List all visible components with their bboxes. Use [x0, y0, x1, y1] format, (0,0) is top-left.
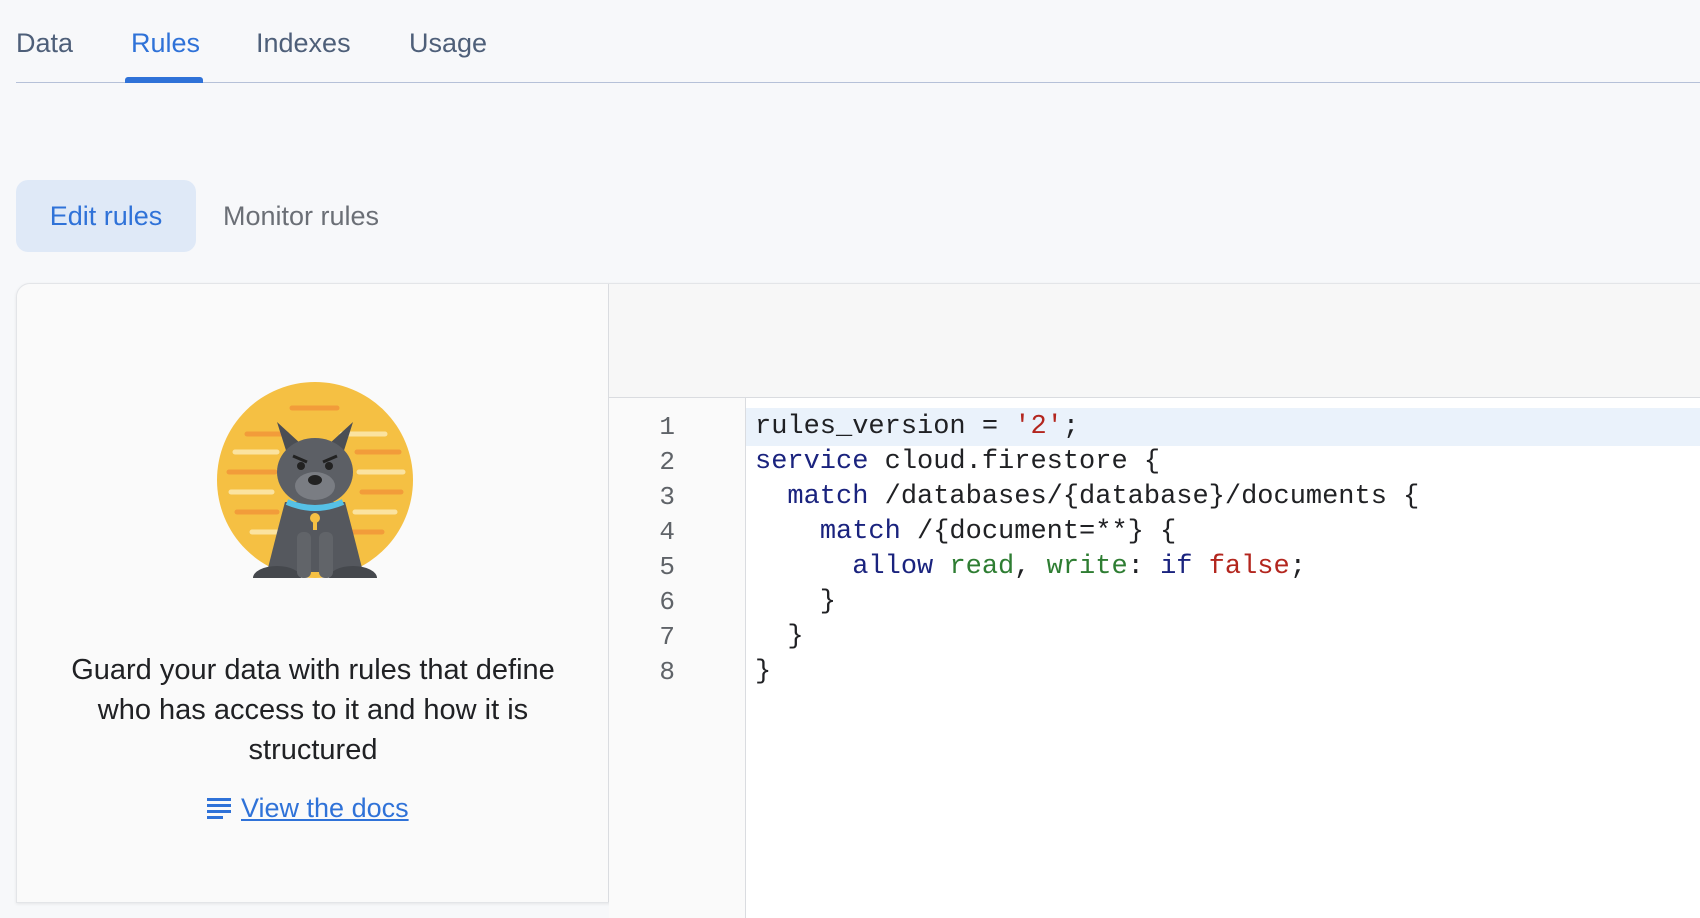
rules-code-editor[interactable]: rules_version = '2'; service cloud.firest…	[746, 398, 1700, 918]
view-docs-link[interactable]: View the docs	[207, 788, 409, 828]
line-number-gutter: 1 2 3 4 5 6 7 8	[609, 398, 746, 918]
code-line[interactable]: match /{document=**} {	[746, 513, 1700, 551]
rules-editor-column: 12345678 rules_version = '2'; service clo…	[609, 284, 1700, 918]
editor-toolbar	[609, 284, 1700, 398]
code-token: }	[755, 657, 772, 687]
code-token: read	[949, 552, 1015, 582]
code-token: /databases/{database}/documents {	[868, 482, 1420, 512]
code-token: }	[755, 622, 804, 652]
code-token: ,	[1014, 552, 1047, 582]
code-token: allow	[852, 552, 934, 582]
code-line[interactable]: }	[746, 653, 1700, 691]
code-token: :	[1127, 552, 1161, 582]
tab-data[interactable]: Data	[16, 26, 73, 83]
monitor-rules-button[interactable]: Monitor rules	[206, 180, 396, 252]
tab-indexes[interactable]: Indexes	[256, 26, 351, 83]
code-line[interactable]: }	[746, 618, 1700, 656]
docs-lines-icon	[207, 798, 231, 819]
code-token: match	[819, 517, 901, 547]
code-token: false	[1208, 552, 1290, 582]
line-number: 1	[659, 412, 675, 442]
line-number: 5	[659, 552, 675, 582]
top-tab-bar: Data Rules Indexes Usage	[16, 0, 1700, 83]
tab-usage[interactable]: Usage	[409, 26, 487, 83]
active-tab-indicator	[125, 77, 203, 83]
guard-dog-illustration-icon	[217, 382, 413, 578]
line-number: 4	[659, 517, 675, 547]
code-token: cloud.firestore {	[868, 447, 1161, 477]
code-token: rules_version =	[755, 412, 1015, 442]
code-line[interactable]: rules_version = '2';	[746, 408, 1700, 446]
code-line[interactable]: service cloud.firestore {	[746, 443, 1700, 481]
code-token: ;	[1062, 412, 1080, 442]
code-token: write	[1046, 552, 1128, 582]
code-line[interactable]: match /databases/{database}/documents {	[746, 478, 1700, 516]
rules-panel: Guard your data with rules that define w…	[16, 283, 1700, 918]
code-line[interactable]: }	[746, 583, 1700, 621]
edit-rules-button[interactable]: Edit rules	[16, 180, 196, 252]
rules-info-column: Guard your data with rules that define w…	[17, 284, 609, 902]
code-token: '2'	[1014, 412, 1063, 442]
rules-description: Guard your data with rules that define w…	[71, 654, 555, 766]
line-number: 2	[659, 447, 675, 477]
code-token: /{document=**} {	[900, 517, 1177, 547]
line-number: 6	[659, 587, 675, 617]
view-docs-label[interactable]: View the docs	[241, 793, 409, 824]
code-token: if	[1160, 552, 1193, 582]
code-line[interactable]: allow read, write: if false;	[746, 548, 1700, 586]
code-token: }	[755, 587, 837, 617]
line-number: 7	[659, 622, 675, 652]
line-number: 3	[659, 482, 675, 512]
code-token: match	[787, 482, 869, 512]
line-number: 8	[659, 657, 675, 687]
code-token: ;	[1289, 552, 1306, 582]
code-token: service	[755, 447, 869, 477]
tab-rules[interactable]: Rules	[131, 26, 200, 83]
